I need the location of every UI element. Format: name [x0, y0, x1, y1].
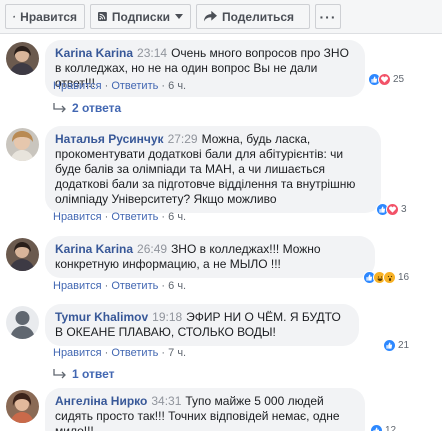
comment-time[interactable]: 23:14 — [137, 46, 167, 60]
reaction-count: 12 — [385, 425, 397, 431]
comment-like-link[interactable]: Нравится — [53, 347, 102, 359]
avatar[interactable] — [6, 306, 39, 339]
post-action-bar: Нравится Подписки Поделиться ··· — [0, 0, 442, 34]
like-button-label: Нравится — [20, 9, 77, 24]
comment-reply-link[interactable]: Ответить — [111, 80, 158, 92]
share-arrow-icon — [204, 10, 217, 22]
reply-arrow-icon — [53, 369, 66, 379]
more-icon: ··· — [319, 8, 337, 25]
comment-bubble: Наталья Русинчук 27:29 Можна, будь ласка, … — [45, 126, 381, 213]
reaction-summary[interactable]: 16 — [363, 271, 409, 284]
rss-icon — [98, 12, 107, 21]
comment-time[interactable]: 19:18 — [152, 310, 182, 324]
share-button[interactable]: Поделиться — [196, 4, 310, 29]
reaction-summary[interactable]: 12 — [370, 424, 396, 431]
comment-age[interactable]: 6 ч. — [168, 80, 186, 92]
wow-reaction-icon — [383, 271, 396, 284]
thumbs-up-icon — [13, 15, 16, 18]
comment-like-link[interactable]: Нравится — [53, 211, 102, 223]
comment-bubble: Ангеліна Нирко 34:31 Тупо майже 5 000 люде… — [45, 388, 365, 431]
replies-count-label: 2 ответа — [72, 101, 122, 115]
comment-actions: Нравится · Ответить · 7 ч. — [53, 347, 187, 359]
comment-author[interactable]: Tymur Khalimov — [55, 310, 148, 324]
subscriptions-button-label: Подписки — [111, 9, 170, 24]
comment-reply-link[interactable]: Ответить — [111, 280, 158, 292]
comment-actions: Нравится · Ответить · 6 ч. — [53, 280, 187, 292]
comment-bubble: Karina Karina 26:49 ЗНО в колледжах!!! Мож… — [45, 236, 375, 278]
comment-age[interactable]: 6 ч. — [168, 280, 186, 292]
comment-author[interactable]: Наталья Русинчук — [55, 132, 164, 146]
comment-age[interactable]: 7 ч. — [168, 347, 186, 359]
comment-bubble: Tymur Khalimov 19:18 ЭФИР НИ О ЧЁМ. Я БУДТ… — [45, 304, 359, 346]
reaction-count: 16 — [398, 272, 410, 283]
reaction-count: 25 — [393, 74, 405, 85]
view-replies-link[interactable]: 2 ответа — [53, 101, 121, 115]
subscriptions-button[interactable]: Подписки — [90, 4, 191, 29]
reaction-summary[interactable]: 25 — [368, 73, 404, 86]
more-options-button[interactable]: ··· — [315, 4, 341, 29]
chevron-down-icon — [175, 14, 183, 19]
comment-author[interactable]: Karina Karina — [55, 242, 133, 256]
comment-time[interactable]: 27:29 — [168, 132, 198, 146]
reaction-count: 21 — [398, 340, 410, 351]
like-reaction-icon — [383, 339, 396, 352]
comment-time[interactable]: 26:49 — [137, 242, 167, 256]
comment-reply-link[interactable]: Ответить — [111, 347, 158, 359]
like-reaction-icon — [370, 424, 383, 431]
comment-like-link[interactable]: Нравится — [53, 280, 102, 292]
comment-age[interactable]: 6 ч. — [168, 211, 186, 223]
view-replies-link[interactable]: 1 ответ — [53, 367, 115, 381]
reaction-summary[interactable]: 21 — [383, 339, 409, 352]
love-reaction-icon — [378, 73, 391, 86]
reaction-summary[interactable]: 3 — [376, 203, 407, 216]
comment-actions: Нравится · Ответить · 6 ч. — [53, 80, 187, 92]
avatar[interactable] — [6, 238, 39, 271]
comment-actions: Нравится · Ответить · 6 ч. — [53, 211, 187, 223]
comment-like-link[interactable]: Нравится — [53, 80, 102, 92]
reply-arrow-icon — [53, 103, 66, 113]
share-button-label: Поделиться — [222, 9, 295, 24]
avatar[interactable] — [6, 128, 39, 161]
comment-author[interactable]: Ангеліна Нирко — [55, 394, 147, 408]
comment-time[interactable]: 34:31 — [151, 394, 181, 408]
reaction-count: 3 — [401, 204, 407, 215]
avatar[interactable] — [6, 390, 39, 423]
like-button[interactable]: Нравится — [5, 4, 85, 29]
comment-author[interactable]: Karina Karina — [55, 46, 133, 60]
replies-count-label: 1 ответ — [72, 367, 115, 381]
love-reaction-icon — [386, 203, 399, 216]
avatar[interactable] — [6, 42, 39, 75]
comment-reply-link[interactable]: Ответить — [111, 211, 158, 223]
